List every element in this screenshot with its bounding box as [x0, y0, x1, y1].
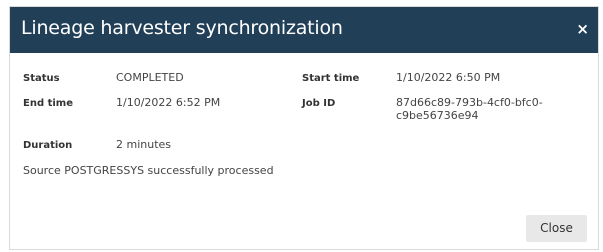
status-label: Status — [23, 73, 60, 84]
dialog-title: Lineage harvester synchronization — [21, 17, 343, 39]
sync-dialog: Lineage harvester synchronization × Stat… — [9, 6, 599, 250]
close-icon[interactable]: × — [576, 20, 589, 38]
start-time-value: 1/10/2022 6:50 PM — [396, 71, 501, 84]
duration-label: Duration — [23, 140, 73, 151]
job-id-label: Job ID — [302, 98, 336, 109]
job-id-value-line2: c9be56736e94 — [396, 109, 479, 122]
duration-value: 2 minutes — [116, 138, 172, 151]
end-time-value: 1/10/2022 6:52 PM — [116, 96, 221, 109]
start-time-label: Start time — [302, 73, 360, 84]
status-value: COMPLETED — [116, 71, 184, 84]
job-id-value-line1: 87d66c89-793b-4cf0-bfc0- — [396, 96, 543, 109]
close-button[interactable]: Close — [526, 215, 587, 242]
status-message: Source POSTGRESSYS successfully processe… — [23, 164, 274, 177]
dialog-header: Lineage harvester synchronization × — [10, 7, 598, 53]
end-time-label: End time — [23, 98, 73, 109]
